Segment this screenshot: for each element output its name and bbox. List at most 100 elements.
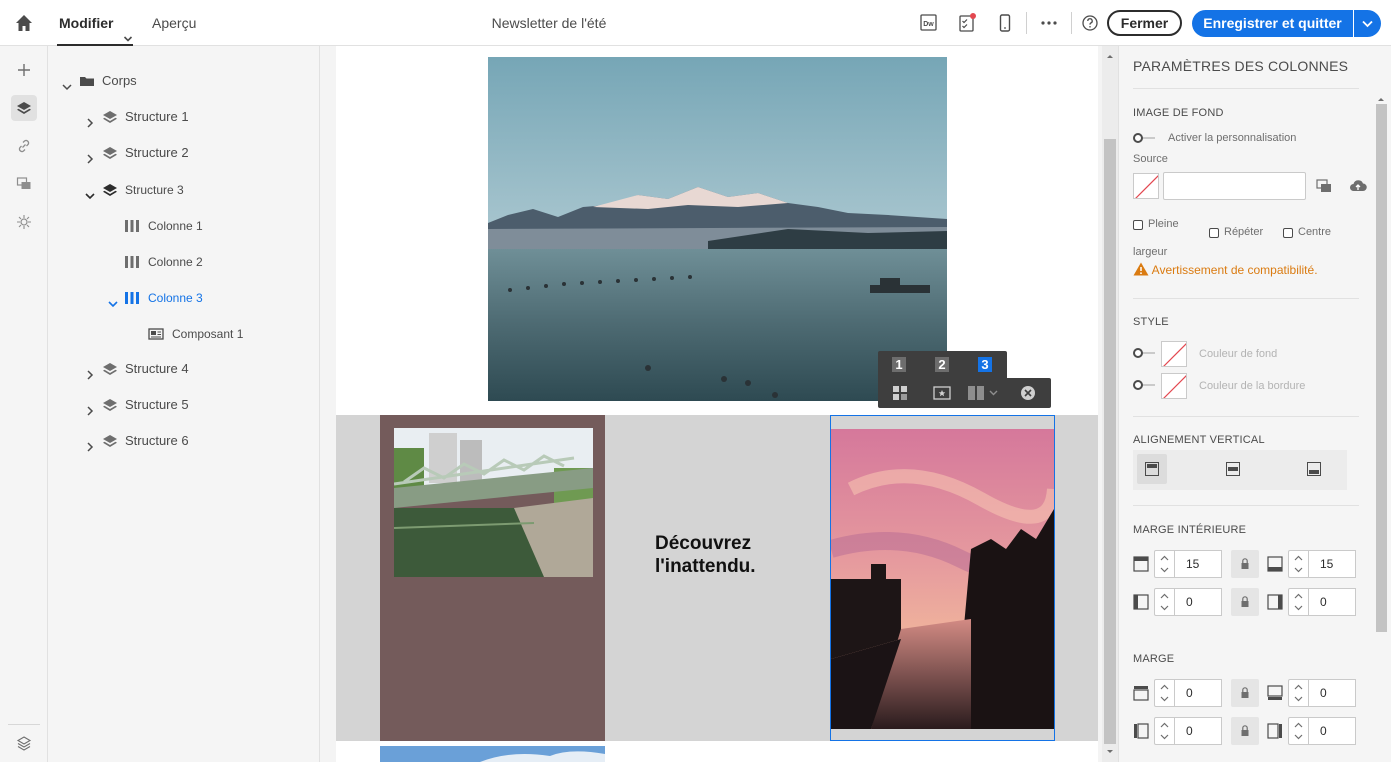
sunset-canal-image[interactable] [831,429,1054,729]
margin-right-input[interactable]: 0 [1309,717,1356,745]
margin-lock-vertical[interactable] [1231,679,1259,707]
column-split-icon[interactable] [968,385,1000,404]
help-icon[interactable] [1079,12,1101,34]
save-options-dropdown[interactable] [1354,10,1381,37]
tree-item-composant-1[interactable]: Composant 1 [148,322,304,346]
compatibility-warning[interactable]: Avertissement de compatibilité. [1133,262,1318,277]
margin-left-stepper[interactable] [1154,717,1175,745]
tree-item-structure-2[interactable]: Structure 2 [85,141,305,165]
columns-icon [124,254,140,270]
margin-lock-horizontal[interactable] [1231,717,1259,745]
personalization-icon[interactable] [11,209,37,235]
column-3-selected[interactable] [830,415,1055,741]
chevron-right-icon[interactable] [85,112,95,128]
align-top-button[interactable] [1137,454,1167,484]
bg-color-swatch[interactable] [1161,341,1187,367]
tab-modifier[interactable]: Modifier [57,0,133,46]
padding-left-input[interactable]: 0 [1175,588,1222,616]
bg-color-toggle[interactable] [1133,348,1155,358]
save-and-quit-button[interactable]: Enregistrer et quitter [1192,10,1353,37]
column-count-1-button[interactable]: 1 [892,357,906,372]
margin-top-stepper[interactable] [1154,679,1175,707]
padding-lock-horizontal[interactable] [1231,588,1259,616]
chevron-down-icon[interactable] [62,76,72,91]
tree-item-label: Composant 1 [172,327,244,341]
column-1[interactable] [380,415,605,741]
bridge-canal-image[interactable] [394,428,593,577]
chevron-right-icon[interactable] [85,148,95,164]
align-bottom-button[interactable] [1299,454,1329,484]
checkbox-full-label: Pleine [1148,218,1179,230]
checklist-icon[interactable] [956,12,978,34]
structure-3-block[interactable]: Découvrez l'inattendu. [336,415,1098,741]
tree-item-colonne-2[interactable]: Colonne 2 [124,250,304,274]
padding-left-stepper[interactable] [1154,588,1175,616]
insert-image-icon[interactable] [933,385,951,404]
close-button[interactable]: Fermer [1107,10,1182,36]
padding-bottom-input[interactable]: 15 [1309,550,1356,578]
panel-scrollbar-thumb[interactable] [1376,104,1387,632]
checkbox-center[interactable] [1283,228,1293,238]
padding-top-stepper[interactable] [1154,550,1175,578]
padding-lock-vertical[interactable] [1231,550,1259,578]
checkbox-repeat[interactable] [1209,228,1219,238]
margin-bottom-input[interactable]: 0 [1309,679,1356,707]
panel-scrollbar[interactable] [1374,94,1388,762]
tab-apercu[interactable]: Aperçu [152,0,196,46]
dreamweaver-icon[interactable]: Dw [918,12,940,34]
delete-circle-icon[interactable] [1020,385,1036,404]
mobile-preview-icon[interactable] [994,12,1016,34]
padding-bottom-icon [1267,556,1283,572]
margin-top-input[interactable]: 0 [1175,679,1222,707]
margin-left-input[interactable]: 0 [1175,717,1222,745]
hero-lake-image[interactable] [488,57,947,401]
checkbox-full[interactable] [1133,220,1143,230]
canvas-scrollbar-thumb[interactable] [1104,139,1116,744]
upload-cloud-icon[interactable] [1349,178,1367,194]
structure-4-preview-image[interactable] [380,746,605,762]
padding-right-stepper[interactable] [1288,588,1309,616]
column-count-2-button[interactable]: 2 [935,357,949,372]
personalization-toggle[interactable] [1133,133,1155,143]
grid-layout-icon[interactable] [892,385,908,404]
layers-icon[interactable] [11,95,37,121]
tree-item-structure-4[interactable]: Structure 4 [85,357,305,381]
margin-bottom-stepper[interactable] [1288,679,1309,707]
source-swatch[interactable] [1133,173,1159,199]
assets-icon[interactable] [11,171,37,197]
tree-item-structure-1[interactable]: Structure 1 [85,105,305,129]
more-icon[interactable] [1038,12,1060,34]
chevron-right-icon[interactable] [85,364,95,380]
column-count-3-button[interactable]: 3 [978,357,992,372]
column-2-text[interactable]: Découvrez l'inattendu. [655,532,815,578]
padding-bottom-stepper[interactable] [1288,550,1309,578]
chevron-right-icon[interactable] [85,436,95,452]
link-icon[interactable] [11,133,37,159]
tree-item-colonne-3[interactable]: Colonne 3 [108,286,304,310]
asset-browse-icon[interactable] [1316,178,1332,194]
tree-item-corps[interactable]: Corps [62,69,302,93]
scroll-down-icon[interactable] [1102,746,1118,758]
chevron-down-icon[interactable] [108,293,118,308]
scroll-up-icon[interactable] [1102,50,1118,62]
source-input[interactable] [1163,172,1306,200]
chevron-down-icon[interactable] [123,16,133,42]
padding-right-input[interactable]: 0 [1309,588,1356,616]
chevron-down-icon[interactable] [85,185,95,200]
home-icon[interactable] [14,13,34,33]
tree-item-colonne-1[interactable]: Colonne 1 [124,214,304,238]
layers-settings-icon[interactable] [11,730,37,756]
padding-top-input[interactable]: 15 [1175,550,1222,578]
tree-item-structure-5[interactable]: Structure 5 [85,393,305,417]
add-icon[interactable] [11,57,37,83]
align-middle-button[interactable] [1218,454,1248,484]
chevron-right-icon[interactable] [85,400,95,416]
warning-icon [1133,262,1149,276]
border-color-swatch[interactable] [1161,373,1187,399]
margin-right-stepper[interactable] [1288,717,1309,745]
tree-item-structure-3[interactable]: Structure 3 [85,178,305,202]
border-color-toggle[interactable] [1133,380,1155,390]
scroll-up-icon[interactable] [1374,94,1388,104]
canvas-scrollbar[interactable] [1102,46,1118,762]
tree-item-structure-6[interactable]: Structure 6 [85,429,305,453]
